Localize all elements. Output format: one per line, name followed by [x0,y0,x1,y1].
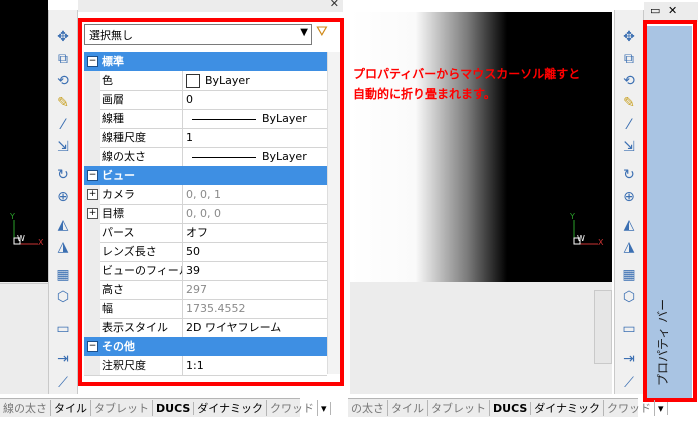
scale-icon[interactable]: ⇲ [620,138,638,156]
cube-icon[interactable]: ⬡ [620,288,638,306]
line-icon[interactable]: ⟋ [54,374,72,392]
status-toggle[interactable]: タブレット [91,400,153,416]
ucs-w-label: W [17,234,25,243]
mirror2-icon[interactable]: ◮ [620,238,638,256]
line-icon[interactable]: ⟋ [620,374,638,392]
hint-note: プロパティバーからマウスカーソル離すと 自動的に折り畳まれます。 [353,64,623,104]
copy-icon[interactable]: ⧉ [54,50,72,68]
ucs-icon-left: Y X W [8,212,48,252]
move-icon[interactable]: ✥ [54,28,72,46]
status-toggle[interactable]: ▾ [655,401,668,415]
status-toggle[interactable]: タブレット [428,400,490,416]
viewport-divider [0,283,48,284]
ucs-x-label-right: X [598,238,604,247]
status-toggle[interactable]: クワッド [267,400,319,416]
tool-palette-right: ✥ ⧉ ⟲ ✎ ⁄ ⇲ ↻ ⊕ ◭ ◮ ▦ ⬡ ▭ ⇥ ⟋ [614,10,644,394]
collapsed-panel-titlebar[interactable]: ▭ ✕ [644,2,698,22]
status-toggle[interactable]: DUCS [153,401,195,415]
highlight-frame-left [78,18,344,386]
matchprop-icon[interactable]: ✎ [620,94,638,112]
orbit-icon[interactable]: ⊕ [620,188,638,206]
orbit-icon[interactable]: ⊕ [54,188,72,206]
refresh-icon[interactable]: ↻ [54,166,72,184]
hint-line-2: 自動的に折り畳まれます。 [353,87,496,101]
panel-titlebar[interactable]: ✕ [78,0,343,12]
eyedropper-icon[interactable]: ⁄ [54,116,72,134]
align-icon[interactable]: ▭ [620,320,638,338]
status-toggle[interactable]: ▾ [318,401,331,415]
command-area-left[interactable] [0,282,48,394]
refresh-icon[interactable]: ↻ [620,166,638,184]
mirror-icon[interactable]: ◭ [620,216,638,234]
status-toggle[interactable]: DUCS [490,401,532,415]
ucs-w-label-right: W [577,234,585,243]
mirror-icon[interactable]: ◭ [54,216,72,234]
status-bar-left: 線の太さ タイル タブレット DUCS ダイナミック クワッド ▾ [0,398,331,417]
align-icon[interactable]: ▭ [54,320,72,338]
copy-icon[interactable]: ⧉ [620,50,638,68]
stretch-icon[interactable]: ⇥ [54,350,72,368]
status-toggle[interactable]: の太さ [348,400,388,416]
command-area-right[interactable] [350,282,612,394]
rotate-icon[interactable]: ⟲ [620,72,638,90]
status-toggle[interactable]: タイル [51,400,91,416]
status-toggle[interactable]: ダイナミック [194,400,268,416]
eyedropper-icon[interactable]: ⁄ [620,116,638,134]
close-icon[interactable]: ✕ [668,4,677,17]
status-toggle[interactable]: ダイナミック [531,400,605,416]
cube-icon[interactable]: ⬡ [54,288,72,306]
mirror2-icon[interactable]: ◮ [54,238,72,256]
right-scrollbar[interactable] [594,290,612,364]
tool-palette-left: ✥ ⧉ ⟲ ✎ ⁄ ⇲ ↻ ⊕ ◭ ◮ ▦ ⬡ ▭ ⇥ ⟋ [48,10,78,394]
stretch-icon[interactable]: ⇥ [620,350,638,368]
rotate-icon[interactable]: ⟲ [54,72,72,90]
grid-icon[interactable]: ▦ [620,266,638,284]
matchprop-icon[interactable]: ✎ [54,94,72,112]
ucs-y-label-right: Y [570,212,575,221]
grid-icon[interactable]: ▦ [54,266,72,284]
status-bar-right: の太さ タイル タブレット DUCS ダイナミック クワッド ▾ [348,398,668,417]
highlight-frame-right [643,20,697,402]
ucs-icon-right: Y X W [568,212,608,252]
close-icon[interactable]: ✕ [330,0,339,10]
move-icon[interactable]: ✥ [620,28,638,46]
ucs-x-label: X [38,238,44,247]
status-toggle[interactable]: 線の太さ [0,400,51,416]
ucs-y-label: Y [10,212,15,221]
status-toggle[interactable]: クワッド [604,400,656,416]
status-toggle[interactable]: タイル [388,400,428,416]
hint-line-1: プロパティバーからマウスカーソル離すと [353,67,581,81]
scale-icon[interactable]: ⇲ [54,138,72,156]
minimize-icon[interactable]: ▭ [650,4,660,17]
